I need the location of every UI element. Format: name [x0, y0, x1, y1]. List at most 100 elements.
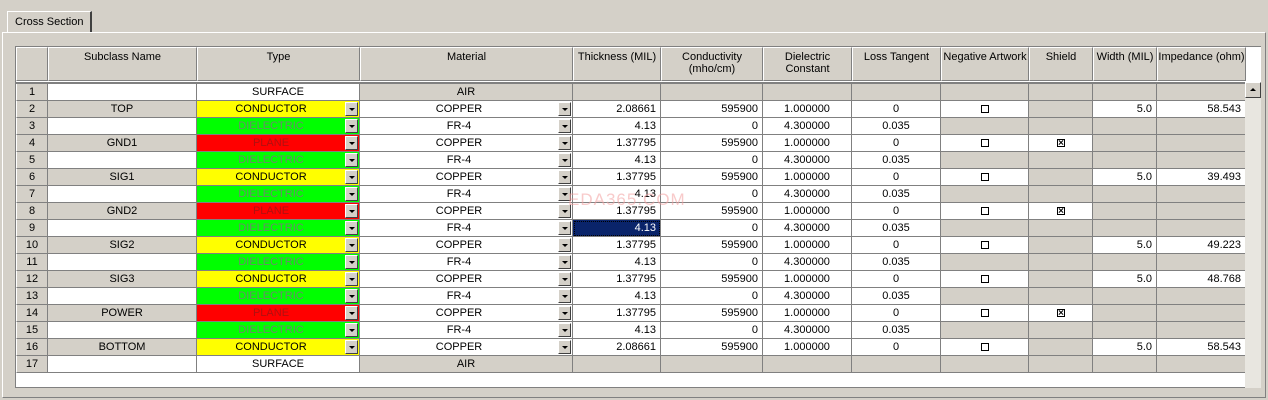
loss-tangent-cell[interactable]: 0.035	[852, 322, 941, 339]
loss-tangent-cell[interactable]: 0.035	[852, 220, 941, 237]
material-cell[interactable]: COPPER	[360, 271, 573, 288]
type-dropdown-button[interactable]	[345, 306, 358, 320]
loss-tangent-cell[interactable]	[852, 356, 941, 373]
negative-artwork-checkbox[interactable]	[980, 139, 989, 147]
type-dropdown-button[interactable]	[345, 340, 358, 354]
width-cell[interactable]	[1093, 288, 1157, 305]
material-dropdown-button[interactable]	[558, 238, 571, 252]
width-cell[interactable]	[1093, 84, 1157, 101]
conductivity-cell[interactable]: 595900	[661, 271, 763, 288]
conductivity-cell[interactable]: 0	[661, 322, 763, 339]
dielectric-constant-cell[interactable]: 4.300000	[763, 186, 852, 203]
thickness-cell[interactable]: 4.13	[573, 152, 661, 169]
conductivity-cell[interactable]: 595900	[661, 169, 763, 186]
impedance-cell[interactable]	[1157, 118, 1246, 135]
thickness-cell[interactable]: 1.37795	[573, 135, 661, 152]
loss-tangent-cell[interactable]: 0.035	[852, 254, 941, 271]
type-cell[interactable]: CONDUCTOR	[197, 271, 360, 288]
row-number[interactable]: 8	[16, 203, 48, 220]
material-dropdown-button[interactable]	[558, 306, 571, 320]
subclass-name-cell[interactable]: GND1	[48, 135, 197, 152]
impedance-cell[interactable]	[1157, 288, 1246, 305]
vertical-scrollbar[interactable]	[1245, 82, 1261, 388]
shield-cell[interactable]	[1029, 305, 1093, 322]
material-cell[interactable]: COPPER	[360, 305, 573, 322]
type-cell[interactable]: PLANE	[197, 305, 360, 322]
header-subclass[interactable]: Subclass Name	[48, 47, 197, 81]
impedance-cell[interactable]: 49.223	[1157, 237, 1246, 254]
dielectric-constant-cell[interactable]	[763, 356, 852, 373]
loss-tangent-cell[interactable]: 0	[852, 237, 941, 254]
scroll-up-button[interactable]	[1245, 82, 1261, 98]
subclass-name-cell[interactable]: POWER	[48, 305, 197, 322]
thickness-cell[interactable]: 4.13	[573, 220, 661, 237]
row-number[interactable]: 12	[16, 271, 48, 288]
negative-artwork-checkbox[interactable]	[980, 105, 989, 113]
thickness-cell[interactable]: 2.08661	[573, 101, 661, 118]
row-number[interactable]: 10	[16, 237, 48, 254]
loss-tangent-cell[interactable]: 0.035	[852, 152, 941, 169]
dielectric-constant-cell[interactable]: 4.300000	[763, 288, 852, 305]
material-dropdown-button[interactable]	[558, 340, 571, 354]
conductivity-cell[interactable]	[661, 84, 763, 101]
width-cell[interactable]	[1093, 220, 1157, 237]
negative-artwork-cell[interactable]	[941, 135, 1029, 152]
impedance-cell[interactable]	[1157, 84, 1246, 101]
material-cell[interactable]: FR-4	[360, 118, 573, 135]
thickness-cell[interactable]: 1.37795	[573, 305, 661, 322]
subclass-name-cell[interactable]: SIG3	[48, 271, 197, 288]
header-dielectric[interactable]: Dielectric Constant	[763, 47, 852, 81]
impedance-cell[interactable]	[1157, 152, 1246, 169]
loss-tangent-cell[interactable]: 0.035	[852, 186, 941, 203]
width-cell[interactable]	[1093, 254, 1157, 271]
impedance-cell[interactable]: 58.543	[1157, 101, 1246, 118]
conductivity-cell[interactable]: 0	[661, 254, 763, 271]
width-cell[interactable]	[1093, 118, 1157, 135]
thickness-cell[interactable]: 4.13	[573, 254, 661, 271]
tab-cross-section[interactable]: Cross Section	[7, 11, 93, 32]
type-cell[interactable]: DIELECTRIC	[197, 186, 360, 203]
width-cell[interactable]	[1093, 305, 1157, 322]
subclass-name-cell[interactable]	[48, 84, 197, 101]
type-cell[interactable]: DIELECTRIC	[197, 152, 360, 169]
impedance-cell[interactable]	[1157, 254, 1246, 271]
shield-checkbox[interactable]	[1056, 207, 1065, 215]
loss-tangent-cell[interactable]: 0	[852, 169, 941, 186]
type-dropdown-button[interactable]	[345, 119, 358, 133]
header-thickness[interactable]: Thickness (MIL)	[573, 47, 661, 81]
impedance-cell[interactable]	[1157, 356, 1246, 373]
conductivity-cell[interactable]: 0	[661, 288, 763, 305]
row-number[interactable]: 3	[16, 118, 48, 135]
impedance-cell[interactable]	[1157, 186, 1246, 203]
shield-checkbox[interactable]	[1056, 309, 1065, 317]
header-loss[interactable]: Loss Tangent	[852, 47, 941, 81]
loss-tangent-cell[interactable]: 0	[852, 339, 941, 356]
impedance-cell[interactable]	[1157, 135, 1246, 152]
type-cell[interactable]: SURFACE	[197, 356, 360, 373]
thickness-cell[interactable]: 1.37795	[573, 203, 661, 220]
type-dropdown-button[interactable]	[345, 153, 358, 167]
material-cell[interactable]: COPPER	[360, 339, 573, 356]
negative-artwork-cell[interactable]	[941, 305, 1029, 322]
loss-tangent-cell[interactable]: 0	[852, 305, 941, 322]
negative-artwork-cell[interactable]	[941, 169, 1029, 186]
row-number[interactable]: 13	[16, 288, 48, 305]
subclass-name-cell[interactable]: GND2	[48, 203, 197, 220]
type-cell[interactable]: DIELECTRIC	[197, 254, 360, 271]
negative-artwork-cell[interactable]	[941, 237, 1029, 254]
width-cell[interactable]	[1093, 152, 1157, 169]
thickness-cell[interactable]: 1.37795	[573, 237, 661, 254]
row-number[interactable]: 2	[16, 101, 48, 118]
type-cell[interactable]: CONDUCTOR	[197, 169, 360, 186]
header-material[interactable]: Material	[360, 47, 573, 81]
material-cell[interactable]: FR-4	[360, 220, 573, 237]
type-cell[interactable]: CONDUCTOR	[197, 339, 360, 356]
loss-tangent-cell[interactable]: 0	[852, 135, 941, 152]
type-dropdown-button[interactable]	[345, 221, 358, 235]
material-dropdown-button[interactable]	[558, 170, 571, 184]
loss-tangent-cell[interactable]: 0	[852, 271, 941, 288]
material-cell[interactable]: COPPER	[360, 237, 573, 254]
material-dropdown-button[interactable]	[558, 136, 571, 150]
material-cell[interactable]: AIR	[360, 84, 573, 101]
type-cell[interactable]: DIELECTRIC	[197, 322, 360, 339]
